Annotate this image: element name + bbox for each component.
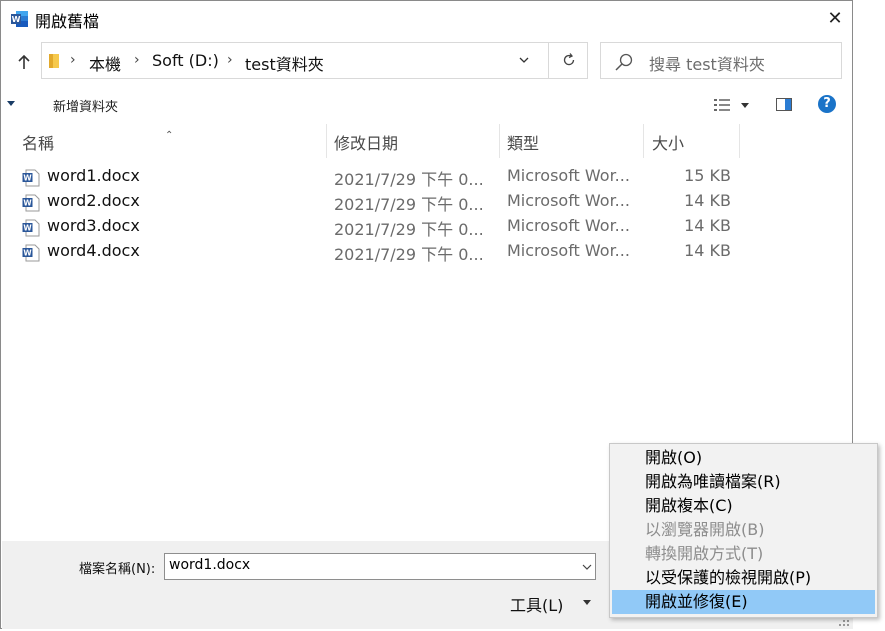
column-header-size[interactable]: 大小: [652, 130, 684, 154]
close-icon[interactable]: ✕: [821, 5, 849, 33]
filename-label: 檔案名稱(N):: [79, 562, 156, 577]
svg-text:W: W: [23, 249, 32, 258]
column-divider[interactable]: [499, 124, 500, 158]
address-bar[interactable]: › 本機 › Soft (D:) › test資料夾: [41, 42, 588, 79]
refresh-button[interactable]: [548, 43, 589, 78]
word-document-icon: W: [22, 169, 40, 187]
svg-text:W: W: [23, 224, 32, 233]
file-row[interactable]: W word2.docx 2021/7/29 下午 0... Microsoft…: [2, 190, 762, 215]
column-header-name[interactable]: 名稱: [22, 130, 54, 154]
column-divider[interactable]: [326, 124, 327, 158]
chevron-down-icon[interactable]: [517, 53, 531, 67]
file-size: 14 KB: [684, 216, 731, 235]
breadcrumb-separator-icon: ›: [70, 52, 76, 68]
organize-dropdown-icon[interactable]: [7, 101, 15, 106]
folder-icon: [49, 54, 59, 68]
word-document-icon: W: [22, 219, 40, 237]
file-name: word3.docx: [47, 216, 140, 235]
breadcrumb-separator-icon: ›: [227, 52, 233, 68]
preview-pane-icon[interactable]: [776, 98, 792, 111]
svg-text:W: W: [12, 15, 21, 24]
word-document-icon: W: [22, 194, 40, 212]
menu-item-open[interactable]: 開啟(O): [612, 446, 875, 470]
tools-button[interactable]: 工具(L): [510, 592, 563, 616]
column-divider[interactable]: [643, 124, 644, 158]
file-name: word1.docx: [47, 166, 140, 185]
chevron-down-icon[interactable]: [582, 562, 592, 572]
title-bar: W 開啟舊檔 ✕: [1, 1, 854, 37]
file-type: Microsoft Wor...: [507, 166, 630, 185]
view-dropdown-icon[interactable]: [741, 103, 749, 108]
column-header-date[interactable]: 修改日期: [334, 130, 398, 154]
breadcrumb-this-pc[interactable]: 本機: [89, 51, 121, 75]
column-divider[interactable]: [739, 124, 740, 158]
svg-text:W: W: [23, 174, 32, 183]
file-size: 14 KB: [684, 241, 731, 260]
breadcrumb-separator-icon: ›: [134, 52, 140, 68]
file-date: 2021/7/29 下午 0...: [334, 195, 484, 214]
column-header-type[interactable]: 類型: [507, 130, 539, 154]
file-type: Microsoft Wor...: [507, 241, 630, 260]
menu-item-open-protected-view[interactable]: 以受保護的檢視開啟(P): [612, 566, 875, 590]
search-placeholder: 搜尋 test資料夾: [649, 55, 765, 74]
search-icon: [615, 53, 633, 71]
refresh-icon: [563, 53, 575, 66]
command-toolbar: 新增資料夾 ?: [1, 89, 853, 122]
filename-field[interactable]: word1.docx: [164, 553, 596, 580]
file-type: Microsoft Wor...: [507, 216, 630, 235]
up-arrow-icon[interactable]: [13, 51, 35, 73]
word-app-icon: W: [11, 11, 28, 27]
filename-value: word1.docx: [169, 557, 251, 573]
tools-dropdown-icon[interactable]: [583, 600, 591, 605]
column-headers: ⌃ 名稱 修改日期 類型 大小: [2, 124, 762, 158]
breadcrumb-test-folder[interactable]: test資料夾: [245, 51, 324, 75]
file-size: 15 KB: [684, 166, 731, 185]
search-box[interactable]: 搜尋 test資料夾: [600, 42, 842, 79]
file-date: 2021/7/29 下午 0...: [334, 170, 484, 189]
breadcrumb-soft-drive[interactable]: Soft (D:): [152, 51, 219, 70]
new-folder-button[interactable]: 新增資料夾: [53, 96, 118, 115]
file-name: word2.docx: [47, 191, 140, 210]
view-details-icon[interactable]: [713, 98, 731, 112]
file-size: 14 KB: [684, 191, 731, 210]
file-row[interactable]: W word1.docx 2021/7/29 下午 0... Microsoft…: [2, 165, 762, 190]
file-type: Microsoft Wor...: [507, 191, 630, 210]
help-icon[interactable]: ?: [818, 95, 836, 113]
menu-item-open-in-browser: 以瀏覽器開啟(B): [645, 520, 765, 539]
menu-item-open-with-transform: 轉換開啟方式(T): [645, 544, 764, 563]
open-options-menu: 開啟(O) 開啟為唯讀檔案(R) 開啟複本(C) 以瀏覽器開啟(B) 轉換開啟方…: [609, 443, 878, 618]
file-row[interactable]: W word3.docx 2021/7/29 下午 0... Microsoft…: [2, 215, 762, 240]
sort-ascending-icon: ⌃: [165, 130, 174, 141]
word-document-icon: W: [22, 244, 40, 262]
svg-text:W: W: [23, 199, 32, 208]
file-date: 2021/7/29 下午 0...: [334, 220, 484, 239]
file-date: 2021/7/29 下午 0...: [334, 245, 484, 264]
menu-item-open-and-repair[interactable]: 開啟並修復(E): [612, 590, 875, 614]
menu-item-open-read-only[interactable]: 開啟為唯讀檔案(R): [612, 470, 875, 494]
file-row[interactable]: W word4.docx 2021/7/29 下午 0... Microsoft…: [2, 240, 762, 265]
file-name: word4.docx: [47, 241, 140, 260]
menu-item-open-copy[interactable]: 開啟複本(C): [612, 494, 875, 518]
window-title: 開啟舊檔: [35, 12, 100, 31]
